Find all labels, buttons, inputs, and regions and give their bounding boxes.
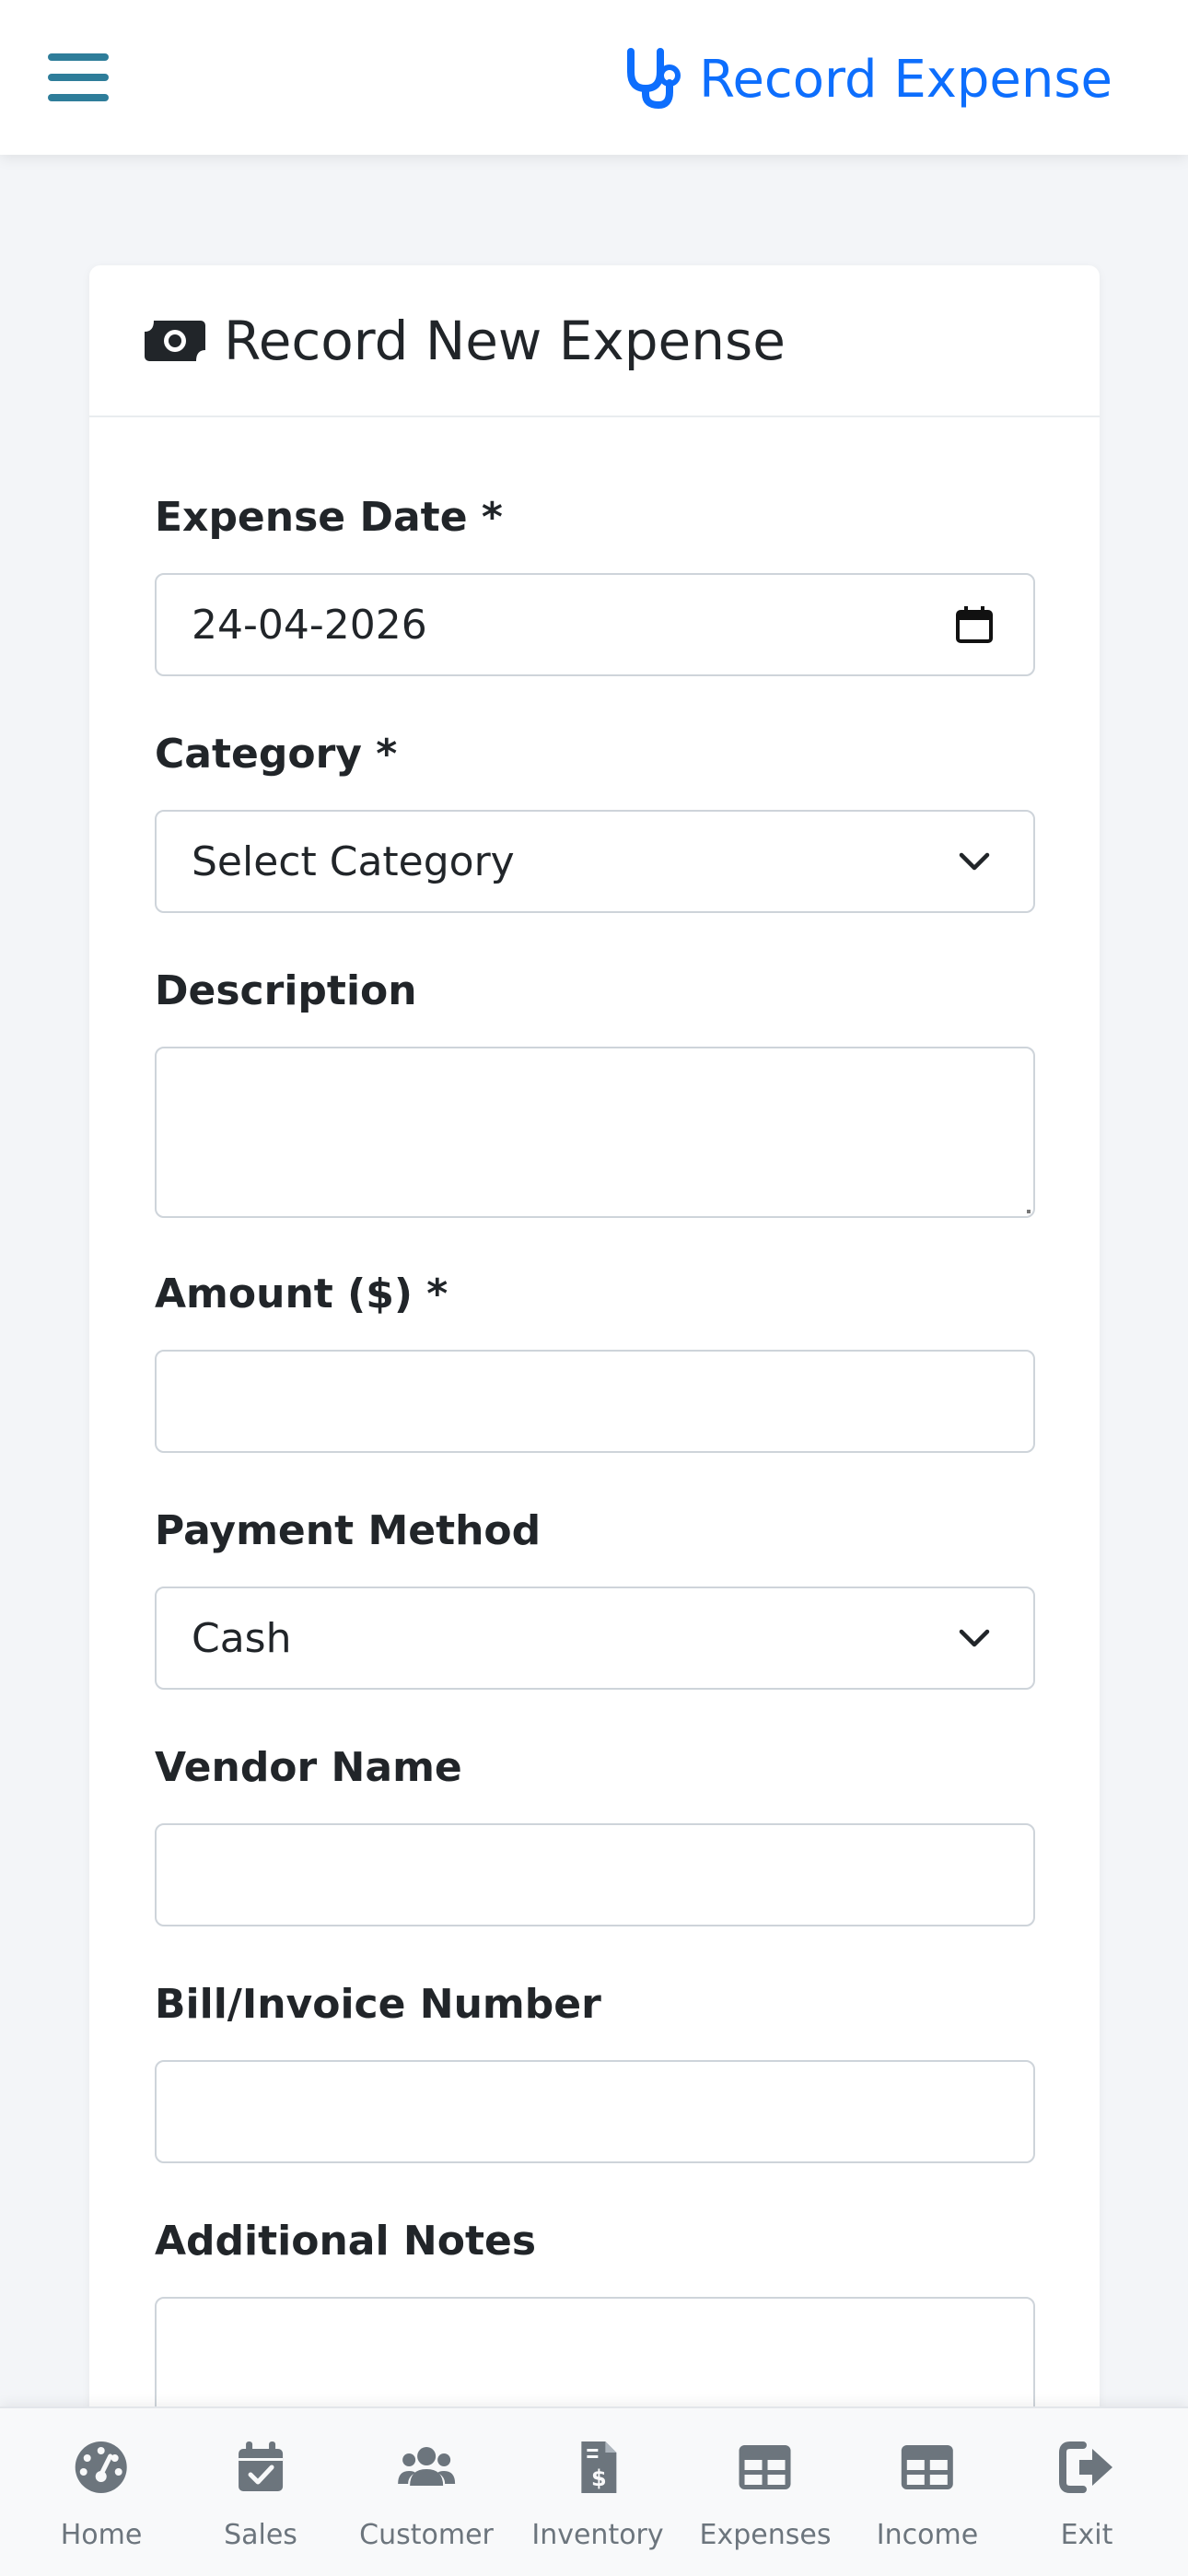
bill-number-label: Bill/Invoice Number: [155, 1981, 601, 2028]
category-label: Category *: [155, 731, 398, 778]
nav-item-exit[interactable]: Exit: [1057, 2408, 1116, 2576]
dashboard-gauge-icon: [76, 2441, 127, 2493]
description-label: Description: [155, 967, 417, 1014]
amount-label: Amount ($) *: [155, 1270, 448, 1317]
nav-item-customer[interactable]: Customer: [359, 2408, 494, 2576]
nav-item-income[interactable]: Income: [877, 2408, 978, 2576]
vendor-name-input[interactable]: [155, 1823, 1035, 1926]
resize-handle[interactable]: [1027, 1210, 1031, 1213]
payment-method-label: Payment Method: [155, 1507, 542, 1554]
expense-date-label: Expense Date *: [155, 494, 503, 541]
sign-out-icon: [1059, 2441, 1112, 2493]
hamburger-menu-icon[interactable]: [48, 50, 109, 105]
nav-label-home: Home: [60, 2519, 143, 2551]
brand-title: Record Expense: [699, 49, 1112, 110]
card-header: Record New Expense: [89, 265, 1100, 417]
nav-item-sales[interactable]: Sales: [224, 2408, 297, 2576]
description-textarea[interactable]: [155, 1047, 1035, 1218]
bill-number-input[interactable]: [155, 2060, 1035, 2163]
nav-label-income: Income: [876, 2519, 979, 2551]
stethoscope-icon: [627, 48, 681, 110]
nav-label-exit: Exit: [1060, 2519, 1113, 2551]
top-navbar: Record Expense: [0, 0, 1188, 155]
nav-item-expenses[interactable]: Expenses: [699, 2408, 832, 2576]
expense-date-input[interactable]: 24-04-2026: [155, 573, 1035, 676]
amount-input[interactable]: [155, 1350, 1035, 1453]
invoice-dollar-icon: $: [580, 2441, 616, 2493]
nav-item-home[interactable]: Home: [60, 2408, 143, 2576]
calendar-check-icon: [238, 2441, 283, 2491]
category-selected-value: Select Category: [192, 837, 515, 885]
calendar-icon[interactable]: [954, 604, 995, 645]
table-icon: [901, 2445, 953, 2489]
table-icon: [739, 2445, 791, 2489]
nav-label-expenses: Expenses: [699, 2519, 832, 2551]
nav-label-sales: Sales: [224, 2519, 297, 2551]
vendor-name-label: Vendor Name: [155, 1744, 462, 1791]
chevron-down-icon: [959, 852, 990, 871]
bottom-navigation: Home Sales Customer $ Inventory Expenses…: [0, 2406, 1188, 2576]
payment-method-selected-value: Cash: [192, 1614, 292, 1662]
payment-method-select[interactable]: Cash: [155, 1587, 1035, 1690]
category-select[interactable]: Select Category: [155, 810, 1035, 913]
users-icon: [397, 2447, 455, 2486]
nav-item-inventory[interactable]: $ Inventory: [531, 2408, 664, 2576]
card-title: Record New Expense: [224, 309, 786, 372]
chevron-down-icon: [959, 1629, 990, 1647]
nav-label-customer: Customer: [359, 2519, 494, 2551]
nav-label-inventory: Inventory: [531, 2519, 664, 2551]
money-bill-icon: [145, 320, 205, 361]
svg-text:$: $: [591, 2465, 607, 2491]
expense-date-value: 24-04-2026: [192, 601, 427, 649]
notes-label: Additional Notes: [155, 2218, 537, 2265]
expense-form-card: Record New Expense Expense Date * 24-04-…: [89, 265, 1100, 2532]
navbar-brand[interactable]: Record Expense: [623, 44, 1112, 114]
